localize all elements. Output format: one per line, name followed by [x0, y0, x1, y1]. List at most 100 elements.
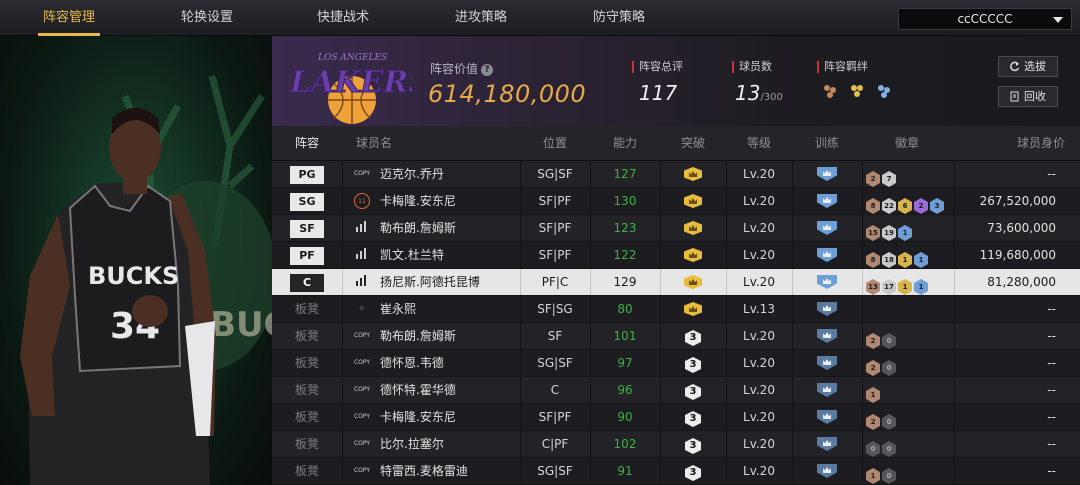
bench-slot-label: 板凳: [294, 464, 319, 478]
breakthrough-cell[interactable]: [660, 161, 726, 187]
col-badges[interactable]: 徽章: [862, 126, 952, 161]
training-cell[interactable]: [792, 215, 862, 241]
player-count-label-text: 球员数: [739, 60, 772, 73]
recycle-button-label: 回收: [1024, 90, 1046, 103]
badge-list[interactable]: 00: [866, 436, 898, 457]
table-row[interactable]: PF 凯文.杜兰特 SF|PF 122 Lv.20 8 18 1 1 119,680,000: [272, 242, 1080, 269]
ability-value: 127: [613, 167, 637, 181]
pick-button[interactable]: 选拔: [998, 56, 1058, 77]
training-cell[interactable]: [792, 188, 862, 214]
badge-list[interactable]: 13 17 1 1: [866, 274, 930, 295]
table-row[interactable]: PG COPY 迈克尔.乔丹 SG|SF 127 Lv.20 2 7 --: [272, 161, 1080, 188]
position-slot-badge: PF: [290, 247, 324, 265]
breakthrough-cell[interactable]: [660, 215, 726, 241]
badge-list[interactable]: 1: [866, 382, 882, 403]
table-row[interactable]: SG 11 卡梅隆.安东尼 SF|PF 130 Lv.20 8 22 6 2 3 267,520,00…: [272, 188, 1080, 215]
tab-quick-tactics[interactable]: 快捷战术: [304, 0, 382, 36]
badge-list[interactable]: 20: [866, 328, 898, 349]
col-player-name[interactable]: 球员名: [342, 126, 432, 161]
badge-list[interactable]: 20: [866, 409, 898, 430]
player-name[interactable]: 扬尼斯.阿德托昆博: [380, 269, 480, 295]
table-row[interactable]: 板凳 COPY 勒布朗.詹姆斯 SF 101 3 Lv.20 2 0 --: [272, 323, 1080, 350]
lineup-value-label-text: 阵容价值: [430, 62, 479, 76]
table-row[interactable]: 板凳 COPY 比尔.拉塞尔 C|PF 102 3 Lv.20 0 0 --: [272, 431, 1080, 458]
tab-defense[interactable]: 防守策略: [580, 0, 658, 36]
bond-bronze-icon[interactable]: [822, 83, 838, 103]
player-value: --: [1047, 437, 1056, 451]
player-name[interactable]: 卡梅隆.安东尼: [380, 404, 456, 430]
breakthrough-cell[interactable]: 3: [660, 323, 726, 349]
breakthrough-cell[interactable]: 3: [660, 377, 726, 403]
recycle-button[interactable]: 回收: [998, 86, 1058, 107]
training-cell[interactable]: [792, 431, 862, 457]
col-lineup[interactable]: 阵容: [272, 126, 342, 161]
position-slot-badge: C: [290, 274, 324, 292]
badge-list[interactable]: 27: [866, 166, 898, 187]
player-name[interactable]: 卡梅隆.安东尼: [380, 188, 456, 214]
training-cell[interactable]: [792, 458, 862, 484]
bench-slot-label: 板凳: [294, 356, 319, 370]
training-cell[interactable]: [792, 377, 862, 403]
table-row[interactable]: 板凳 COPY 德怀恩.韦德 SG|SF 97 3 Lv.20 2 0 --: [272, 350, 1080, 377]
bond-gold-icon[interactable]: [849, 83, 865, 103]
account-dropdown[interactable]: ccCCCCC: [898, 8, 1072, 30]
breakthrough-cell[interactable]: [660, 296, 726, 322]
table-row[interactable]: 板凳 COPY 德怀特.霍华德 C 96 3 Lv.20 1 --: [272, 377, 1080, 404]
training-cell[interactable]: [792, 404, 862, 430]
col-ability[interactable]: 能力: [590, 126, 660, 161]
column-divider: [342, 350, 343, 376]
player-name[interactable]: 比尔.拉塞尔: [380, 431, 444, 457]
player-name[interactable]: 特雷西.麦格雷迪: [380, 458, 468, 484]
breakthrough-cell[interactable]: 3: [660, 350, 726, 376]
badge-hex-icon: 3: [930, 198, 944, 214]
badge-list[interactable]: 8 22 6 2 3: [866, 193, 946, 214]
col-breakthrough[interactable]: 突破: [660, 126, 726, 161]
breakthrough-cell[interactable]: [660, 269, 726, 295]
player-name[interactable]: 德怀特.霍华德: [380, 377, 456, 403]
help-icon[interactable]: ?: [481, 63, 494, 76]
col-level[interactable]: 等级: [726, 126, 792, 161]
training-cell[interactable]: [792, 296, 862, 322]
col-player-value[interactable]: 球员身价: [1002, 126, 1080, 161]
badge-hex-icon: 17: [882, 279, 896, 295]
breakthrough-cell[interactable]: 3: [660, 431, 726, 457]
column-divider: [954, 458, 955, 484]
bond-blue-icon[interactable]: [876, 83, 892, 103]
breakthrough-cell[interactable]: 3: [660, 404, 726, 430]
col-training[interactable]: 训练: [792, 126, 862, 161]
training-cell[interactable]: [792, 242, 862, 268]
bond-icons[interactable]: [822, 83, 898, 103]
table-row[interactable]: SF 勒布朗.詹姆斯 SF|PF 123 Lv.20 15 19 1 73,600,000: [272, 215, 1080, 242]
breakthrough-cell[interactable]: [660, 188, 726, 214]
badge-list[interactable]: 10: [866, 463, 898, 484]
player-name[interactable]: 崔永熙: [380, 296, 416, 322]
badge-list[interactable]: 15 19 1: [866, 220, 914, 241]
training-cell[interactable]: [792, 161, 862, 187]
breakthrough-level-badge: 3: [685, 411, 701, 427]
player-name[interactable]: 德怀恩.韦德: [380, 350, 444, 376]
table-row[interactable]: 板凳 COPY 特雷西.麦格雷迪 SG|SF 91 3 Lv.20 1 0 --: [272, 458, 1080, 485]
table-row[interactable]: 板凳 COPY 卡梅隆.安东尼 SF|PF 90 3 Lv.20 2 0 --: [272, 404, 1080, 431]
breakthrough-cell[interactable]: 3: [660, 458, 726, 484]
badge-hex-icon: 6: [898, 198, 912, 214]
training-cell[interactable]: [792, 323, 862, 349]
badge-list[interactable]: 8 18 1 1: [866, 247, 930, 268]
player-name[interactable]: 凯文.杜兰特: [380, 242, 444, 268]
column-divider: [954, 242, 955, 268]
table-row[interactable]: 板凳 ☆ 崔永熙 SF|SG 80 Lv.13 --: [272, 296, 1080, 323]
table-row[interactable]: C 扬尼斯.阿德托昆博 PF|C 129 Lv.20 13 17 1 1 81,280,000: [272, 269, 1080, 296]
level-value: Lv.20: [743, 275, 775, 289]
training-cell[interactable]: [792, 269, 862, 295]
tab-offense[interactable]: 进攻策略: [442, 0, 520, 36]
player-name[interactable]: 勒布朗.詹姆斯: [380, 215, 456, 241]
col-position[interactable]: 位置: [520, 126, 590, 161]
badge-list[interactable]: 20: [866, 355, 898, 376]
tab-rotation[interactable]: 轮换设置: [168, 0, 246, 36]
tab-lineup[interactable]: 阵容管理: [30, 0, 108, 36]
breakthrough-cell[interactable]: [660, 242, 726, 268]
player-name[interactable]: 勒布朗.詹姆斯: [380, 323, 456, 349]
jersey-tag: 11: [354, 193, 370, 209]
player-name[interactable]: 迈克尔.乔丹: [380, 161, 444, 187]
badge-hex-icon: 2: [866, 414, 880, 430]
training-cell[interactable]: [792, 350, 862, 376]
